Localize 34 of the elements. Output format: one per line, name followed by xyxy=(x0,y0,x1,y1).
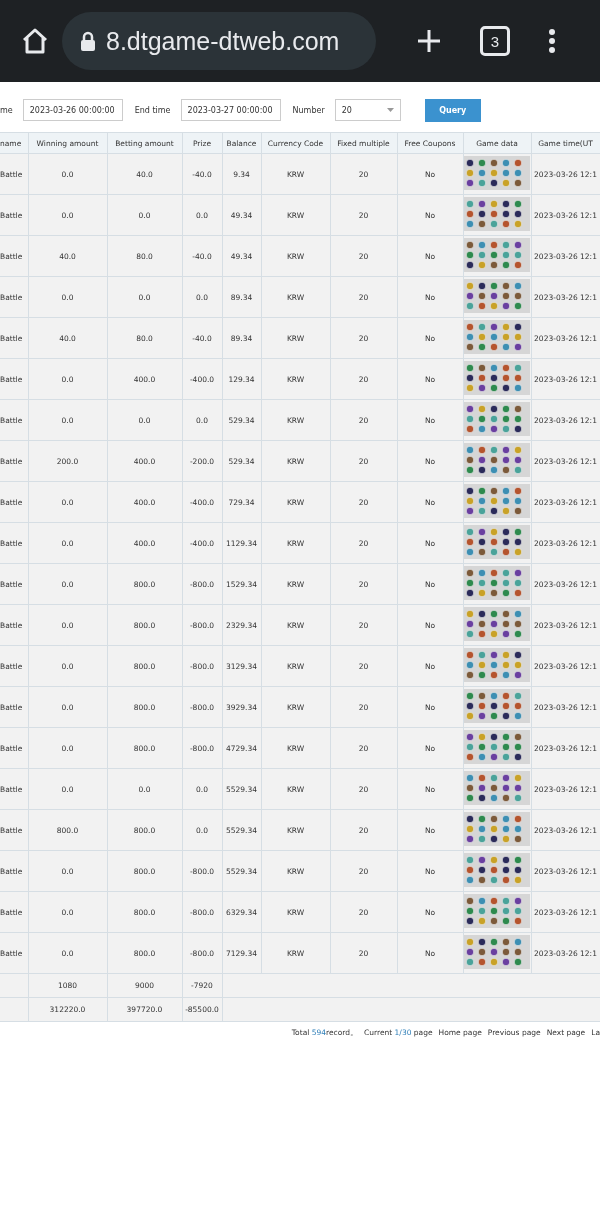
game-symbols-drawing xyxy=(464,648,530,682)
game-symbols-drawing xyxy=(464,566,530,600)
start-time-field[interactable]: 2023-03-26 00:00:00 xyxy=(22,99,123,121)
game-symbols-drawing xyxy=(464,402,530,436)
address-bar[interactable]: 8.dtgame-dtweb.com xyxy=(62,12,376,70)
game-symbols-drawing xyxy=(464,361,530,395)
number-label: Number xyxy=(292,105,325,115)
game-symbols-drawing xyxy=(464,607,530,641)
end-time-field[interactable]: 2023-03-27 00:00:00 xyxy=(180,99,281,121)
game-symbols-drawing xyxy=(464,484,530,518)
plus-icon[interactable] xyxy=(416,28,442,54)
game-symbols-drawing xyxy=(464,279,530,313)
game-symbols-drawing xyxy=(464,730,530,764)
lock-icon xyxy=(80,31,96,51)
tab-count-button[interactable]: 3 xyxy=(480,26,510,56)
end-time-label: End time xyxy=(134,105,171,115)
start-time-label: me xyxy=(0,105,13,115)
game-symbols-drawing xyxy=(464,320,530,354)
number-dropdown[interactable]: 20 xyxy=(334,99,401,121)
game-symbols-drawing xyxy=(464,156,530,190)
game-symbols-drawing xyxy=(464,771,530,805)
game-symbols-drawing xyxy=(464,894,530,928)
url-text: 8.dtgame-dtweb.com xyxy=(106,26,340,56)
home-icon[interactable] xyxy=(20,26,50,56)
game-symbols-drawing xyxy=(464,853,530,887)
menu-icon[interactable] xyxy=(548,28,556,54)
game-symbols-drawing xyxy=(464,443,530,477)
game-symbols-drawing xyxy=(464,197,530,231)
game-symbols-drawing xyxy=(464,935,530,969)
game-symbols-drawing xyxy=(464,525,530,559)
caret-icon xyxy=(386,108,394,112)
game-symbols-drawing xyxy=(464,812,530,846)
game-symbols-drawing xyxy=(464,238,530,272)
game-symbols-drawing xyxy=(464,689,530,723)
